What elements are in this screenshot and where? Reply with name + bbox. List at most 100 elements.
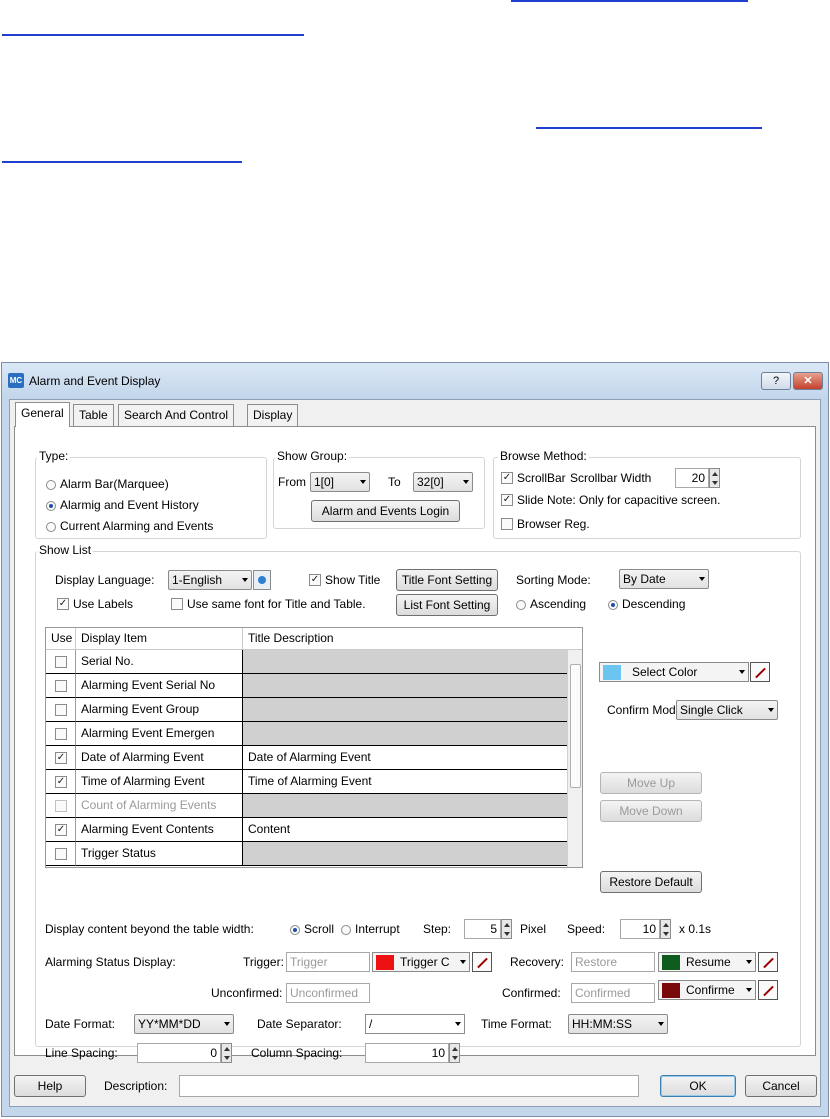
title-description-cell[interactable]: [243, 842, 569, 866]
resume-color-picker-icon[interactable]: [758, 952, 778, 972]
title-font-setting-button[interactable]: Title Font Setting: [396, 569, 498, 591]
scrollbar-thumb[interactable]: [570, 664, 581, 788]
document-link-underline[interactable]: [536, 127, 762, 129]
list-font-setting-button[interactable]: List Font Setting: [396, 594, 498, 616]
trigger-color-dropdown[interactable]: Trigger C: [372, 952, 470, 972]
confirm-color-picker-icon[interactable]: [758, 980, 778, 1000]
table-scrollbar[interactable]: [567, 650, 582, 867]
tab-table[interactable]: Table: [73, 404, 114, 426]
restore-default-button[interactable]: Restore Default: [600, 871, 702, 893]
line-spacing-input[interactable]: 0: [137, 1043, 221, 1063]
resume-color-dropdown[interactable]: Resume: [658, 952, 756, 972]
title-description-cell[interactable]: Time of Alarming Event: [243, 770, 569, 794]
table-row[interactable]: ✓ Time of Alarming Event Time of Alarmin…: [46, 770, 569, 794]
speed-input[interactable]: 10: [620, 919, 660, 939]
same-font-checkbox[interactable]: [171, 598, 183, 610]
cancel-button[interactable]: Cancel: [745, 1075, 817, 1097]
use-checkbox[interactable]: [55, 728, 67, 740]
title-description-cell[interactable]: [243, 722, 569, 746]
speed-label: Speed:: [567, 922, 606, 936]
browser-reg-checkbox[interactable]: [501, 518, 513, 530]
document-link-underline[interactable]: [511, 0, 748, 2]
move-down-button[interactable]: Move Down: [600, 800, 702, 822]
help-button[interactable]: Help: [14, 1075, 86, 1097]
table-row[interactable]: ✓ Date of Alarming Event Date of Alarmin…: [46, 746, 569, 770]
use-checkbox[interactable]: ✓: [55, 752, 67, 764]
description-input[interactable]: [179, 1075, 639, 1097]
table-row[interactable]: Alarming Event Group: [46, 698, 569, 722]
table-row[interactable]: Serial No.: [46, 650, 569, 674]
use-labels-checkbox[interactable]: ✓: [57, 598, 69, 610]
confirm-color-dropdown[interactable]: Confirme: [658, 980, 756, 1000]
time-format-select[interactable]: HH:MM:SS: [568, 1014, 668, 1034]
interrupt-radio[interactable]: [341, 925, 351, 935]
use-checkbox[interactable]: [55, 680, 67, 692]
from-group-select[interactable]: 1[0]: [310, 472, 370, 492]
use-checkbox[interactable]: [55, 848, 67, 860]
use-cell: ✓: [46, 770, 76, 794]
tab-general[interactable]: General: [15, 402, 70, 427]
show-title-checkbox[interactable]: ✓: [309, 574, 321, 586]
date-separator-select[interactable]: /: [365, 1014, 465, 1034]
document-link-underline[interactable]: [2, 34, 304, 36]
table-row[interactable]: Trigger Status: [46, 842, 569, 866]
ascending-radio[interactable]: [516, 600, 526, 610]
title-description-cell[interactable]: Content: [243, 818, 569, 842]
description-label: Description:: [104, 1079, 168, 1093]
step-label: Step:: [423, 922, 452, 936]
chevron-down-icon: [463, 480, 469, 484]
radio-current-alarms[interactable]: [46, 522, 56, 532]
table-row[interactable]: ✓ Alarming Event Contents Content: [46, 818, 569, 842]
line-spacing-spinner[interactable]: [221, 1043, 232, 1063]
trigger-color-picker-icon[interactable]: [472, 952, 492, 972]
use-checkbox[interactable]: [55, 704, 67, 716]
help-icon[interactable]: ?: [761, 372, 791, 390]
scroll-label: Scroll: [304, 922, 335, 936]
radio-alarm-history[interactable]: [46, 501, 56, 511]
document-link-underline[interactable]: [2, 161, 242, 163]
step-input[interactable]: 5: [464, 919, 501, 939]
title-description-cell[interactable]: [243, 794, 569, 818]
title-description-cell[interactable]: Date of Alarming Event: [243, 746, 569, 770]
ok-button[interactable]: OK: [660, 1075, 736, 1097]
use-checkbox[interactable]: [55, 800, 67, 812]
scrollbar-checkbox[interactable]: ✓: [501, 472, 513, 484]
move-up-button[interactable]: Move Up: [600, 772, 702, 794]
title-description-cell[interactable]: [243, 698, 569, 722]
trigger-text-input[interactable]: Trigger: [286, 952, 370, 972]
unconfirmed-text-input[interactable]: Unconfirmed: [286, 983, 370, 1003]
table-row[interactable]: Count of Alarming Events: [46, 794, 569, 818]
globe-icon[interactable]: [253, 570, 271, 590]
scrollbar-width-input[interactable]: 20: [675, 468, 709, 488]
scroll-radio[interactable]: [290, 925, 300, 935]
close-icon[interactable]: ✕: [793, 372, 823, 390]
use-checkbox[interactable]: [55, 656, 67, 668]
tab-display[interactable]: Display: [247, 404, 299, 426]
column-spacing-spinner[interactable]: [449, 1043, 460, 1063]
alarm-events-login-button[interactable]: Alarm and Events Login: [311, 500, 460, 522]
to-group-select[interactable]: 32[0]: [413, 472, 473, 492]
confirm-mode-select[interactable]: Single Click: [676, 700, 778, 720]
date-format-select[interactable]: YY*MM*DD: [134, 1014, 234, 1034]
color-picker-icon[interactable]: [750, 662, 770, 682]
use-checkbox[interactable]: ✓: [55, 776, 67, 788]
use-checkbox[interactable]: ✓: [55, 824, 67, 836]
confirmed-text-input[interactable]: Confirmed: [571, 983, 655, 1003]
title-description-cell[interactable]: [243, 650, 569, 674]
table-row[interactable]: Alarming Event Serial No: [46, 674, 569, 698]
table-row[interactable]: Alarming Event Emergen: [46, 722, 569, 746]
recovery-text-input[interactable]: Restore: [571, 952, 655, 972]
descending-radio[interactable]: [608, 600, 618, 610]
radio-alarm-bar[interactable]: [46, 480, 56, 490]
column-spacing-input[interactable]: 10: [365, 1043, 449, 1063]
step-spinner[interactable]: [501, 919, 512, 939]
tab-search-and-control[interactable]: Search And Control: [118, 404, 235, 426]
display-language-select[interactable]: 1-English: [168, 570, 252, 590]
speed-spinner[interactable]: [660, 919, 671, 939]
sorting-mode-select[interactable]: By Date: [619, 569, 709, 589]
select-color-dropdown[interactable]: Select Color: [599, 662, 749, 682]
scrollbar-width-spinner[interactable]: [709, 468, 720, 488]
slide-note-checkbox[interactable]: ✓: [501, 494, 513, 506]
display-item-cell: Alarming Event Emergen: [76, 722, 243, 746]
title-description-cell[interactable]: [243, 674, 569, 698]
